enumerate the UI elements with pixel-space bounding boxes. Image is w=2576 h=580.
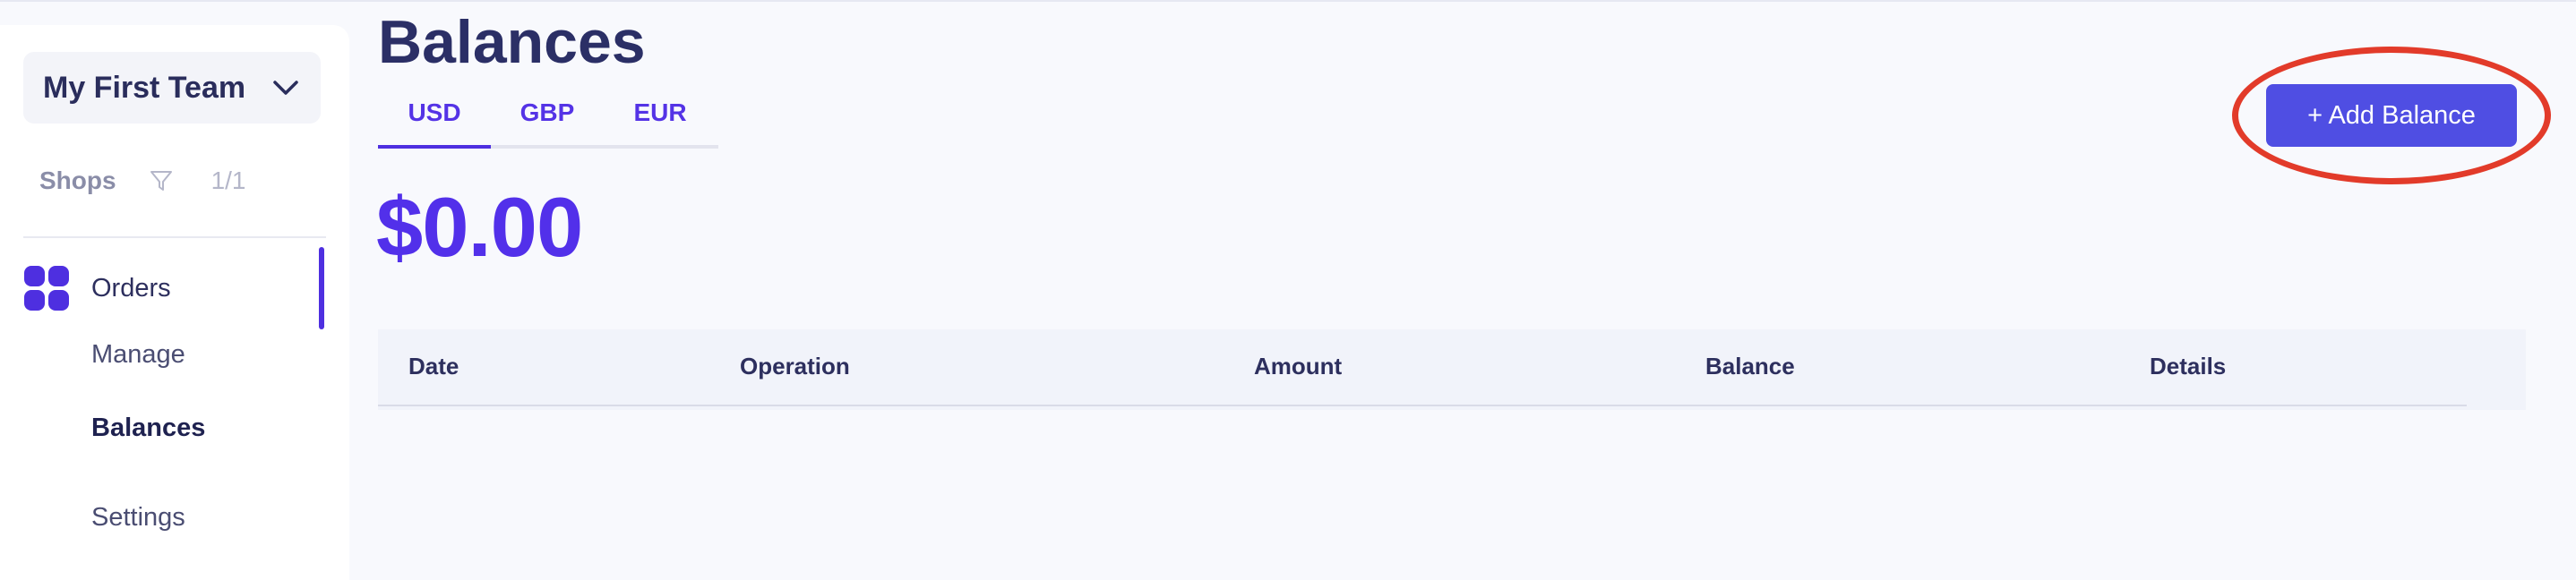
sidebar-item-orders-label: Orders bbox=[91, 273, 171, 303]
column-header-details[interactable]: Details bbox=[2150, 353, 2226, 380]
sidebar-divider bbox=[23, 236, 326, 238]
balance-amount: $0.00 bbox=[376, 180, 583, 274]
page-title: Balances bbox=[378, 8, 646, 76]
column-header-date[interactable]: Date bbox=[408, 353, 459, 380]
shops-row: Shops 1/1 bbox=[39, 166, 246, 195]
currency-tabs: USD GBP EUR bbox=[378, 86, 718, 149]
top-border bbox=[0, 0, 2576, 2]
chevron-down-icon bbox=[273, 81, 298, 95]
table-header-divider bbox=[378, 405, 2467, 406]
tab-gbp[interactable]: GBP bbox=[491, 86, 604, 145]
grid-icon bbox=[24, 266, 69, 311]
shops-label: Shops bbox=[39, 166, 116, 194]
tab-eur[interactable]: EUR bbox=[604, 86, 717, 145]
sidebar-item-manage[interactable]: Manage bbox=[91, 340, 185, 370]
add-balance-button[interactable]: + Add Balance bbox=[2266, 84, 2517, 147]
sidebar-item-orders[interactable]: Orders bbox=[23, 265, 171, 311]
active-indicator bbox=[319, 247, 324, 329]
tab-usd[interactable]: USD bbox=[378, 86, 491, 149]
team-name: My First Team bbox=[43, 70, 246, 105]
column-header-balance[interactable]: Balance bbox=[1705, 353, 1795, 380]
column-header-amount[interactable]: Amount bbox=[1254, 353, 1342, 380]
table-header: Date Operation Amount Balance Details bbox=[378, 329, 2526, 410]
column-header-operation[interactable]: Operation bbox=[740, 353, 850, 380]
sidebar-item-settings[interactable]: Settings bbox=[91, 503, 185, 533]
sidebar: My First Team Shops 1/1 Orders Manage Ba… bbox=[0, 25, 349, 580]
team-selector[interactable]: My First Team bbox=[23, 52, 321, 124]
shops-count: 1/1 bbox=[210, 166, 246, 194]
sidebar-item-balances[interactable]: Balances bbox=[91, 414, 205, 443]
filter-icon[interactable] bbox=[149, 168, 174, 193]
